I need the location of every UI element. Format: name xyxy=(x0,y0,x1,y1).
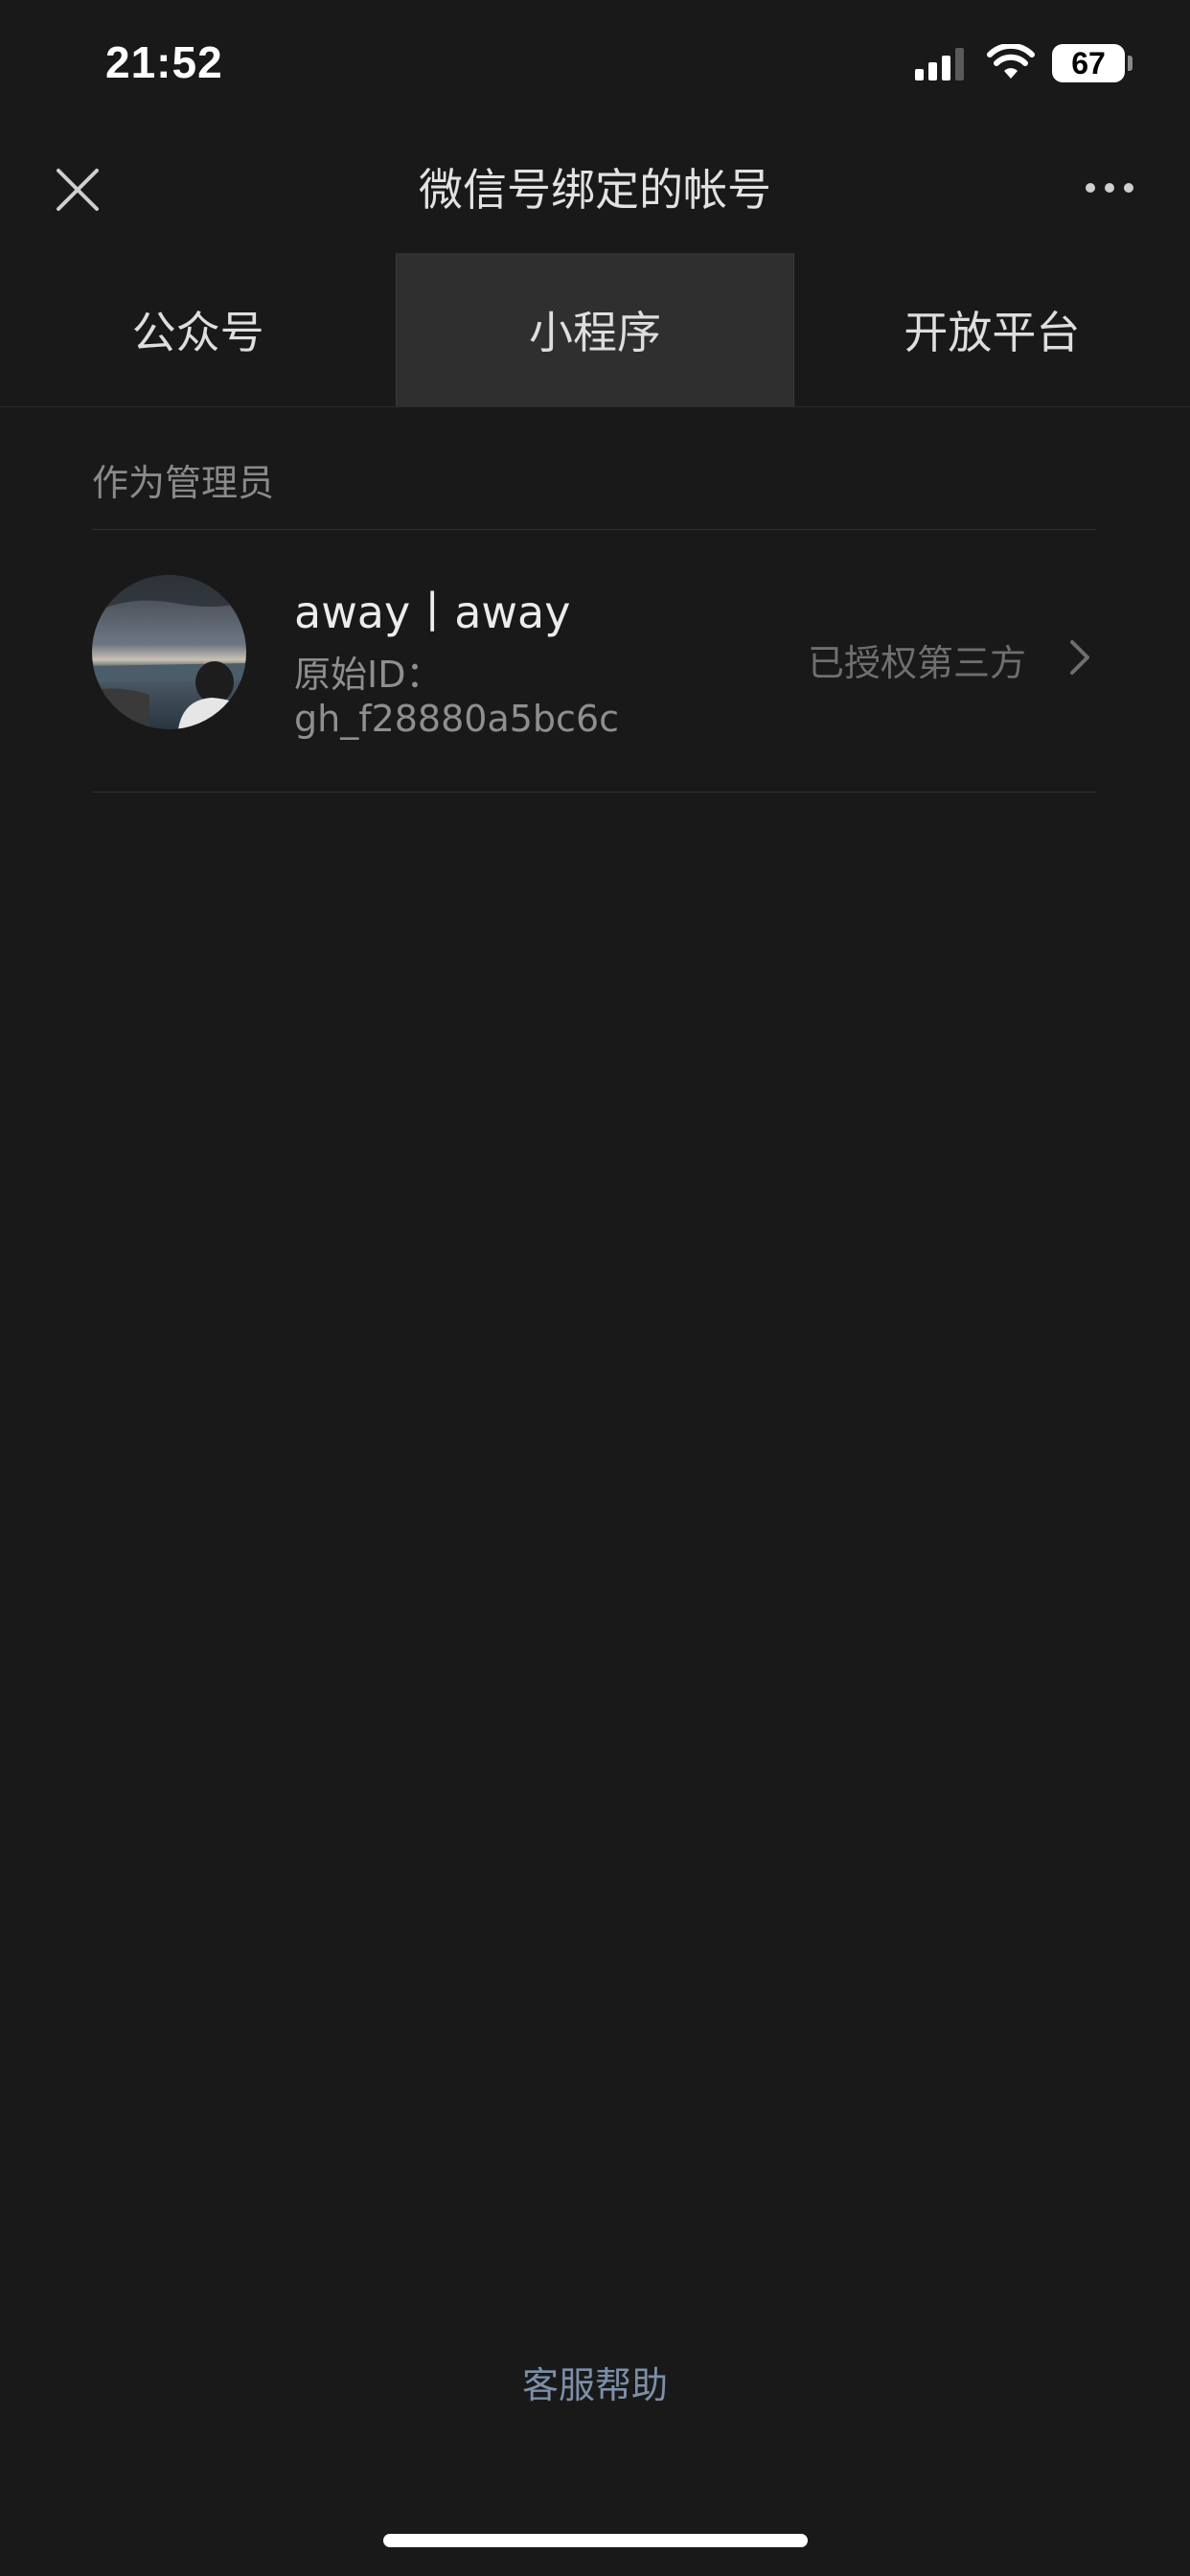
original-id-label: 原始ID： xyxy=(294,654,443,696)
authorization-status: 已授权第三方 xyxy=(807,642,1026,684)
account-name: away丨away xyxy=(294,586,571,638)
tab-mini-programs[interactable]: 小程序 xyxy=(396,253,794,406)
more-icon[interactable] xyxy=(1085,182,1134,194)
wifi-icon xyxy=(987,44,1035,79)
status-time: 21:52 xyxy=(105,37,223,87)
customer-service-help-link[interactable]: 客服帮助 xyxy=(0,2356,1190,2408)
page-title: 微信号绑定的帐号 xyxy=(419,164,771,216)
tab-open-platform[interactable]: 开放平台 xyxy=(794,253,1190,406)
divider xyxy=(92,792,1096,793)
avatar xyxy=(92,575,246,729)
tab-official-accounts[interactable]: 公众号 xyxy=(0,253,396,406)
battery-tip xyxy=(1128,56,1133,71)
segmented-tabs: 公众号 小程序 开放平台 xyxy=(0,253,1190,407)
cellular-signal-icon xyxy=(915,48,964,80)
section-label: 作为管理员 xyxy=(92,462,275,504)
battery-indicator: 67 xyxy=(1052,44,1125,82)
chevron-right-icon xyxy=(1070,640,1089,675)
account-list-item[interactable]: away丨away 原始ID： gh_f28880a5bc6c 已授权第三方 xyxy=(92,530,1096,792)
home-indicator[interactable] xyxy=(383,2534,808,2547)
original-id-value: gh_f28880a5bc6c xyxy=(294,698,620,740)
